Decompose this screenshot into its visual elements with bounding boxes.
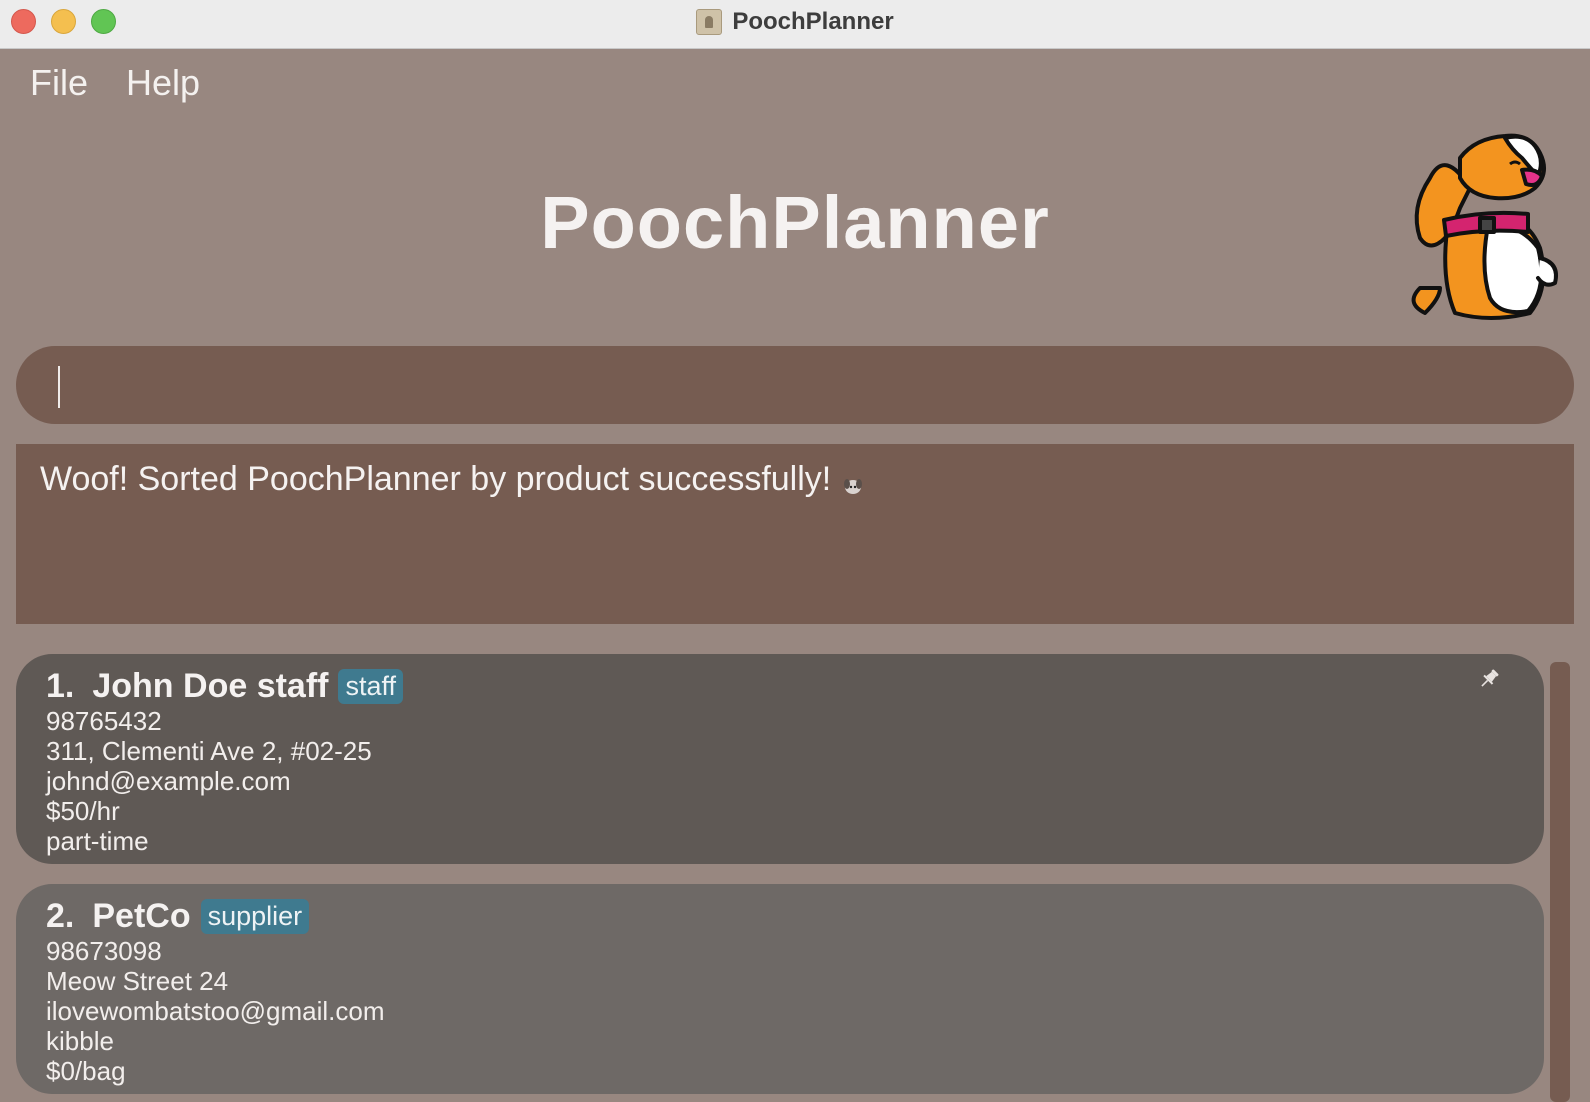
menu-file[interactable]: File (30, 62, 88, 104)
dog-body (1411, 133, 1558, 320)
dog-mascot-icon (1411, 133, 1558, 320)
contact-product: kibble (46, 1026, 114, 1056)
card-name: PetCo (92, 896, 191, 935)
contact-employment: part-time (46, 826, 149, 856)
window-titlebar: PoochPlanner (0, 0, 1590, 49)
contact-email: johnd@example.com (46, 766, 291, 796)
dog-face-icon (843, 478, 862, 494)
tag-badge: supplier (200, 898, 310, 934)
window-title: PoochPlanner (732, 8, 894, 35)
card-index: 1. (46, 666, 75, 705)
contact-address: 311, Clementi Ave 2, #02-25 (46, 736, 372, 766)
contact-phone: 98765432 (46, 706, 162, 736)
contact-email: ilovewombatstoo@gmail.com (46, 996, 385, 1026)
text-cursor (58, 366, 60, 408)
result-display: Woof! Sorted PoochPlanner by product suc… (16, 444, 1574, 624)
contact-list[interactable]: 1. John Doe staff staff 98765432 311, Cl… (16, 654, 1544, 1098)
menu-bar: File Help (30, 62, 200, 104)
contact-card[interactable]: 2. PetCo supplier 98673098 Meow Street 2… (16, 884, 1544, 1094)
command-box[interactable] (16, 346, 1574, 426)
tag-badge: staff (338, 668, 404, 704)
pin-icon[interactable] (1478, 668, 1500, 690)
contact-salary: $50/hr (46, 796, 120, 826)
window-title-area: PoochPlanner (0, 0, 1590, 44)
contact-phone: 98673098 (46, 936, 162, 966)
app-title: PoochPlanner (540, 181, 1050, 264)
card-index: 2. (46, 896, 75, 935)
contact-address: Meow Street 24 (46, 966, 229, 996)
command-input[interactable] (62, 346, 1546, 426)
card-name: John Doe staff (92, 666, 329, 705)
list-scrollbar[interactable] (1550, 662, 1570, 1102)
app-icon (696, 9, 723, 35)
contact-price: $0/bag (46, 1056, 126, 1086)
result-message: Woof! Sorted PoochPlanner by product suc… (40, 460, 832, 498)
contact-card[interactable]: 1. John Doe staff staff 98765432 311, Cl… (16, 654, 1544, 864)
menu-help[interactable]: Help (126, 62, 200, 104)
